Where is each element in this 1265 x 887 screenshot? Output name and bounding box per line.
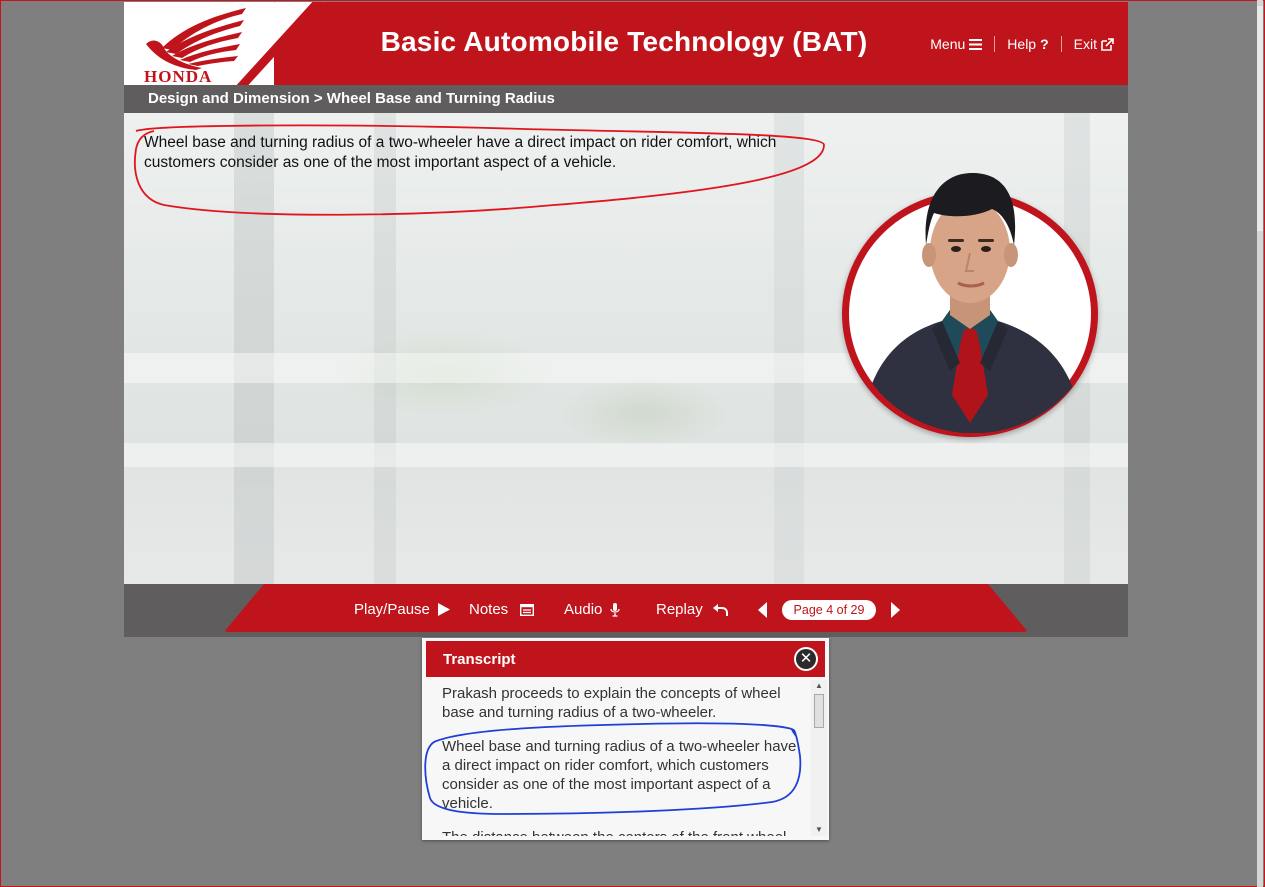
play-icon — [437, 603, 450, 616]
transcript-scrollbar-thumb[interactable] — [814, 694, 824, 728]
hamburger-icon — [969, 38, 983, 50]
play-pause-label: Play/Pause — [354, 601, 430, 618]
transcript-paragraph: Wheel base and turning radius of a two-w… — [442, 738, 797, 812]
play-pause-button[interactable]: Play/Pause — [354, 601, 450, 618]
presenter-figure — [862, 173, 1082, 433]
notes-icon — [520, 603, 535, 616]
transcript-panel: Transcript ✕ Prakash proceeds to explain… — [422, 638, 829, 840]
replay-button[interactable]: Replay — [656, 601, 728, 618]
player-controls: Play/Pause Notes Audio Replay Page 4 of … — [124, 584, 1128, 637]
honda-wing-logo: HONDA — [144, 8, 246, 84]
help-button[interactable]: Help ? — [994, 36, 1060, 52]
transcript-paragraph: Prakash proceeds to explain the concepts… — [442, 685, 781, 721]
replay-label: Replay — [656, 601, 703, 618]
course-title: Basic Automobile Technology (BAT) — [380, 26, 868, 57]
question-icon: ? — [1040, 36, 1049, 52]
transcript-close-button[interactable]: ✕ — [794, 647, 818, 671]
notes-label: Notes — [469, 601, 509, 618]
previous-page-icon[interactable] — [758, 602, 767, 618]
audio-label: Audio — [564, 601, 603, 618]
top-nav: Menu Help ? Exit — [918, 36, 1114, 52]
microphone-icon — [610, 602, 621, 617]
course-header: HONDA Basic Automobile Technology (BAT) … — [124, 2, 1128, 85]
transcript-scrollbar[interactable]: ▲ ▼ — [811, 680, 827, 836]
menu-button[interactable]: Menu — [918, 36, 994, 52]
replay-icon — [712, 603, 728, 616]
audio-button[interactable]: Audio — [564, 601, 621, 618]
scroll-down-arrow-icon[interactable]: ▼ — [811, 824, 827, 836]
page-scrollbar-thumb[interactable] — [1257, 6, 1263, 231]
page-indicator: Page 4 of 29 — [782, 600, 876, 620]
transcript-header: Transcript ✕ — [426, 641, 825, 677]
close-icon: ✕ — [796, 649, 816, 669]
honda-logo-text: HONDA — [144, 67, 212, 84]
notes-button[interactable]: Notes — [469, 601, 535, 618]
page-scrollbar[interactable] — [1257, 0, 1263, 887]
breadcrumb: Design and Dimension > Wheel Base and Tu… — [124, 85, 1128, 113]
next-page-icon[interactable] — [891, 602, 900, 618]
transcript-body[interactable]: Prakash proceeds to explain the concepts… — [442, 684, 798, 836]
transcript-paragraph: The distance between the centers of the … — [442, 828, 798, 836]
scroll-up-arrow-icon[interactable]: ▲ — [811, 680, 827, 692]
transcript-title: Transcript — [443, 651, 516, 668]
exit-label: Exit — [1073, 36, 1097, 52]
content-stage: Wheel base and turning radius of a two-w… — [124, 113, 1128, 584]
external-link-icon — [1101, 37, 1114, 51]
controls-red-band — [224, 584, 1028, 632]
exit-button[interactable]: Exit — [1060, 36, 1114, 52]
help-label: Help — [1007, 36, 1037, 52]
menu-label: Menu — [930, 36, 966, 52]
